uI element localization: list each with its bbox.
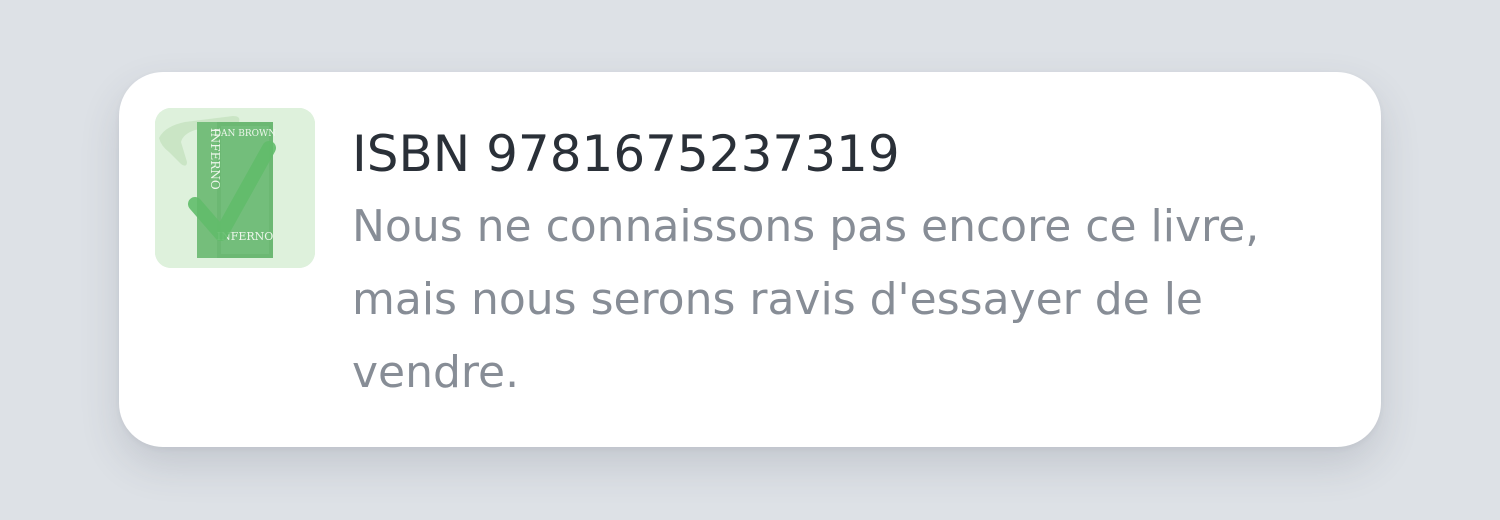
isbn-title: ISBN 9781675237319 — [352, 125, 900, 183]
notification-text-block: ISBN 9781675237319 Nous ne connaissons p… — [352, 118, 1342, 409]
notification-message: Nous ne connaissons pas encore ce livre,… — [352, 201, 1260, 398]
book-cover-image: DAN BROWN INFERNO INFERNO — [155, 108, 315, 268]
notification-card[interactable]: DAN BROWN INFERNO INFERNO ISBN 978167523… — [119, 72, 1381, 447]
book-cover-thumbnail: DAN BROWN INFERNO INFERNO — [155, 108, 315, 268]
